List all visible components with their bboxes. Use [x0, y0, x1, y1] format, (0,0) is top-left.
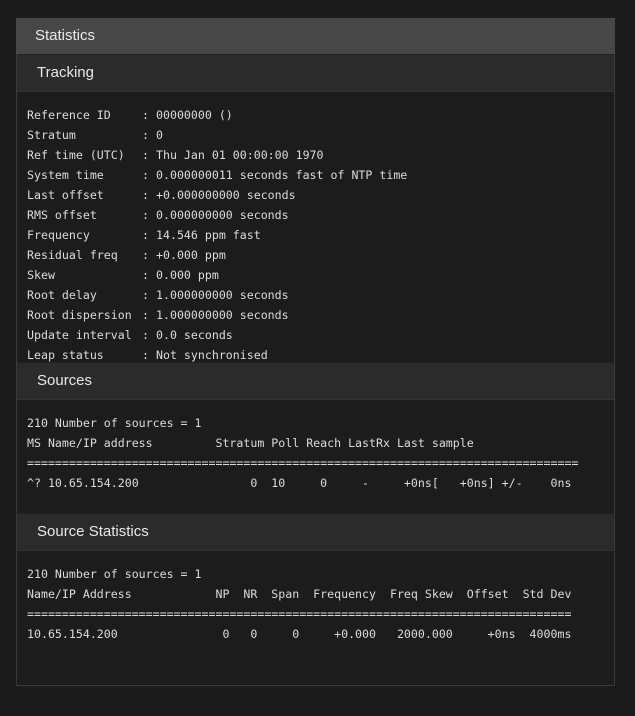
tracking-separator: :: [142, 208, 149, 222]
source-statistics-separator: ========================================…: [27, 607, 572, 621]
source-statistics-row: 10.65.154.200 0 0 0 +0.000 2000.000 +0ns…: [27, 627, 572, 641]
tracking-key: Update interval: [27, 328, 132, 342]
tracking-separator: :: [142, 108, 149, 122]
source-statistics-column-headers: Name/IP Address NP NR Span Frequency Fre…: [27, 587, 572, 601]
tracking-separator: :: [142, 348, 149, 362]
tracking-row: Skew:0.000 ppm: [27, 265, 604, 285]
tracking-row: Root delay:1.000000000 seconds: [27, 285, 604, 305]
source-statistics-summary: 210 Number of sources = 1: [27, 567, 202, 581]
tracking-value: +0.000 ppm: [156, 248, 226, 262]
tracking-key: Ref time (UTC): [27, 148, 125, 162]
tracking-key: Reference ID: [27, 108, 111, 122]
tracking-separator: :: [142, 268, 149, 282]
tracking-row: Ref time (UTC): Thu Jan 01 00:00:00 1970: [27, 145, 604, 165]
panel-title: Statistics: [16, 18, 615, 54]
tracking-row: Update interval:0.0 seconds: [27, 325, 604, 345]
tracking-row: Reference ID:00000000 (): [27, 105, 604, 125]
tracking-value: 1.000000000 seconds: [156, 308, 289, 322]
tracking-key: RMS offset: [27, 208, 97, 222]
sources-column-headers: MS Name/IP address Stratum Poll Reach La…: [27, 436, 474, 450]
tracking-value: 0: [156, 128, 163, 142]
tracking-separator: :: [142, 248, 149, 262]
tracking-separator: :: [142, 308, 149, 322]
sources-row: ^? 10.65.154.200 0 10 0 - +0ns[ +0ns] +/…: [27, 476, 572, 490]
tracking-value: 00000000 (): [156, 108, 233, 122]
tracking-separator: :: [142, 128, 149, 142]
tracking-separator: :: [142, 148, 149, 162]
tracking-value: 0.000000000 seconds: [156, 208, 289, 222]
tracking-key: Leap status: [27, 348, 104, 362]
source-statistics-section-header: Source Statistics: [17, 513, 614, 551]
tracking-key: Residual freq: [27, 248, 118, 262]
tracking-row: Stratum:0: [27, 125, 604, 145]
statistics-panel: Statistics Tracking Reference ID:0000000…: [16, 18, 615, 686]
sources-separator: ========================================…: [27, 456, 579, 470]
tracking-separator: :: [142, 188, 149, 202]
tracking-row: System time:0.000000011 seconds fast of …: [27, 165, 604, 185]
source-statistics-output: 210 Number of sources = 1 Name/IP Addres…: [17, 551, 614, 664]
sources-section-header: Sources: [17, 362, 614, 400]
tracking-value: +0.000000000 seconds: [156, 188, 296, 202]
tracking-value: 0.000000011 seconds fast of NTP time: [156, 168, 408, 182]
tracking-value: Not synchronised: [156, 348, 268, 362]
tracking-row: RMS offset:0.000000000 seconds: [27, 205, 604, 225]
tracking-row: Frequency:14.546 ppm fast: [27, 225, 604, 245]
tracking-section-header: Tracking: [17, 54, 614, 92]
tracking-separator: :: [142, 228, 149, 242]
tracking-value: 14.546 ppm fast: [156, 228, 261, 242]
tracking-value: Thu Jan 01 00:00:00 1970: [156, 148, 324, 162]
tracking-output: Reference ID:00000000 () Stratum:0 Ref tim…: [17, 92, 614, 362]
tracking-key: System time: [27, 168, 104, 182]
tracking-key: Frequency: [27, 228, 90, 242]
tracking-value: 0.0 seconds: [156, 328, 233, 342]
tracking-value: 0.000 ppm: [156, 268, 219, 282]
tracking-key: Skew: [27, 268, 55, 282]
tracking-separator: :: [142, 288, 149, 302]
tracking-value: 1.000000000 seconds: [156, 288, 289, 302]
tracking-separator: :: [142, 168, 149, 182]
tracking-row: Root dispersion:1.000000000 seconds: [27, 305, 604, 325]
tracking-key: Root delay: [27, 288, 97, 302]
tracking-key: Root dispersion: [27, 308, 132, 322]
sources-summary: 210 Number of sources = 1: [27, 416, 202, 430]
tracking-rows: Reference ID:00000000 () Stratum:0 Ref tim…: [27, 105, 604, 365]
sources-output: 210 Number of sources = 1 MS Name/IP add…: [17, 400, 614, 513]
tracking-key: Last offset: [27, 188, 104, 202]
tracking-separator: :: [142, 328, 149, 342]
tracking-row: Residual freq: +0.000 ppm: [27, 245, 604, 265]
tracking-key: Stratum: [27, 128, 76, 142]
tracking-row: Last offset: +0.000000000 seconds: [27, 185, 604, 205]
